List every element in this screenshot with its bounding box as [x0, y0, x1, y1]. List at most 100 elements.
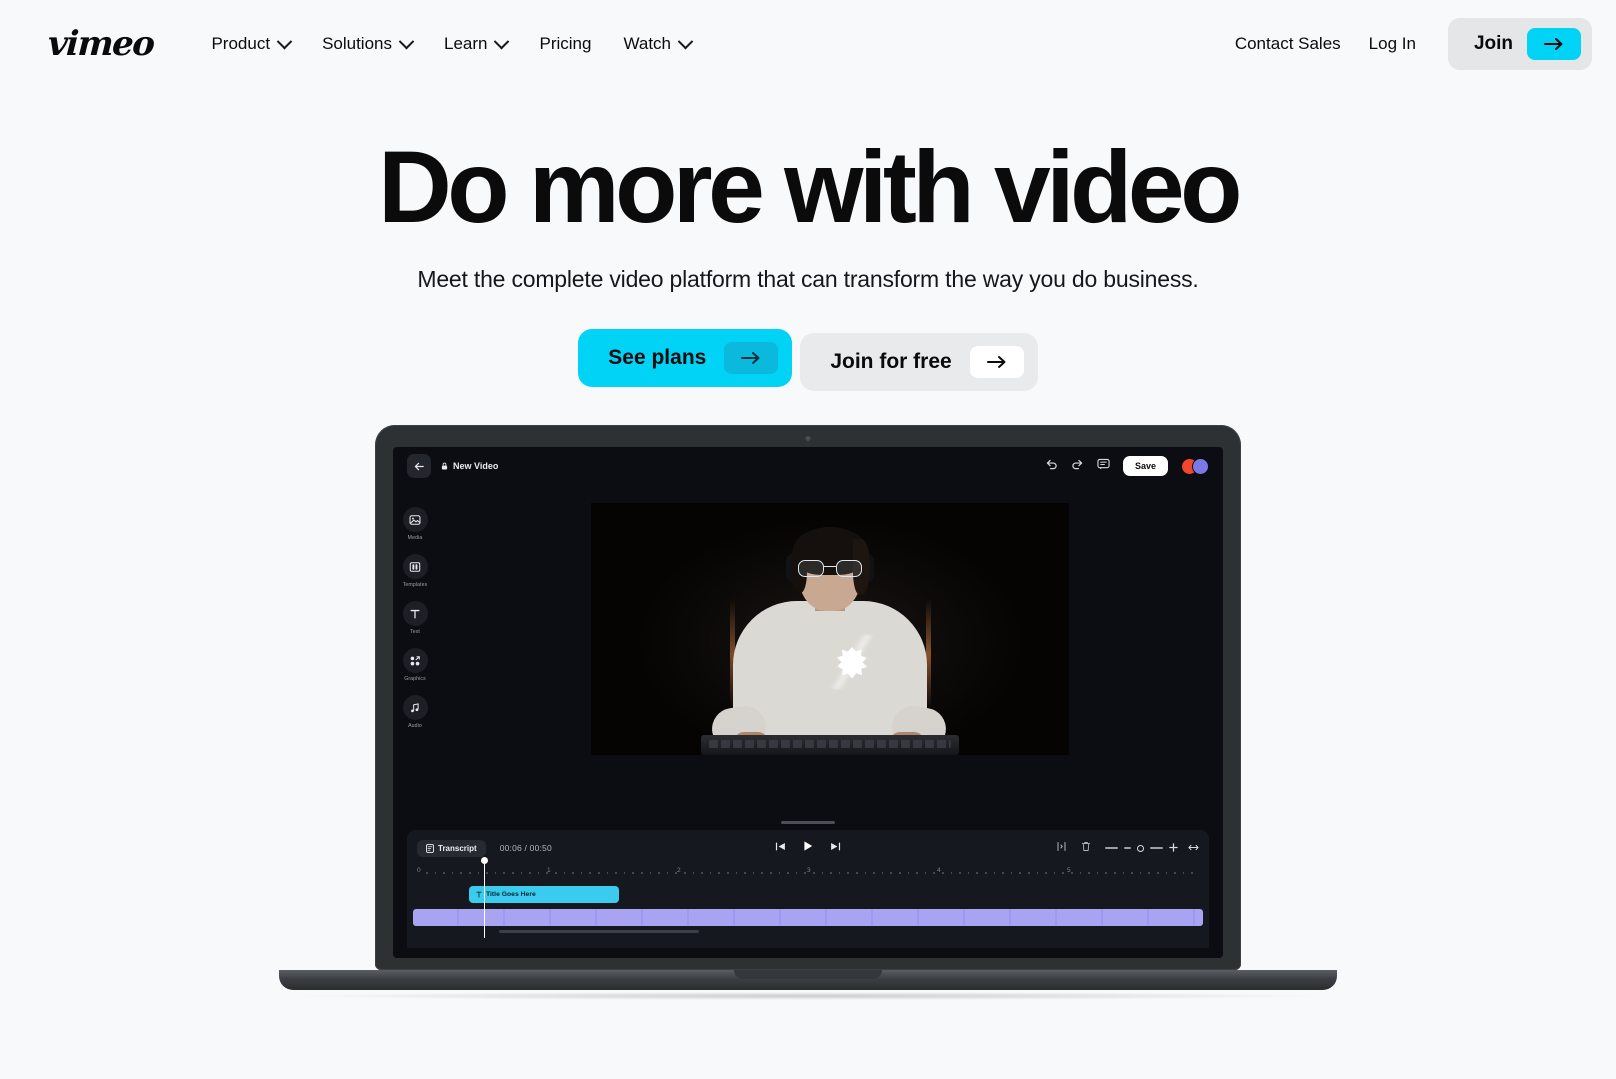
nav-label: Product [211, 34, 271, 53]
webcam-icon [805, 436, 811, 441]
zoom-slider[interactable] [1105, 839, 1199, 857]
transcript-button[interactable]: Transcript [417, 839, 486, 857]
ruler-subtick [692, 872, 695, 874]
arrow-right-icon [969, 346, 1024, 378]
vimeo-logo[interactable]: vimeo [47, 24, 155, 64]
nav-item-watch[interactable]: Watch [609, 24, 705, 64]
laptop-base [279, 970, 1337, 990]
laptop-mockup: New Video Save Media Templates Text Grap… [0, 425, 1616, 1000]
ruler-subtick [985, 872, 987, 874]
tool-templates[interactable]: Templates [402, 554, 428, 588]
playhead-knob[interactable] [481, 857, 488, 864]
laptop-base-notch [734, 970, 882, 979]
avatar[interactable] [1192, 457, 1209, 475]
skip-forward-icon[interactable] [830, 839, 841, 857]
ruler-subtick [529, 872, 531, 874]
video-clip[interactable] [413, 909, 1203, 926]
ruler-subtick [520, 872, 523, 874]
zoom-out-icon[interactable] [1105, 847, 1118, 849]
tool-graphics[interactable]: Graphics [402, 648, 428, 682]
ruler-subtick [1191, 872, 1193, 874]
back-button[interactable] [407, 454, 431, 478]
save-button[interactable]: Save [1122, 456, 1168, 476]
zoom-in-icon[interactable] [1169, 839, 1178, 857]
editor-body: Media Templates Text Graphics Audio [393, 485, 1223, 815]
ruler-subtick [804, 872, 806, 874]
video-preview[interactable] [591, 503, 1069, 755]
page-title: Do more with video [378, 130, 1242, 244]
editor-tool-rail: Media Templates Text Graphics Audio [393, 485, 437, 815]
ruler-subtick [838, 872, 841, 874]
ruler-subtick [555, 872, 557, 874]
ruler-subtick [821, 872, 824, 874]
site-header: vimeo Product Solutions Learn Pricing Wa… [0, 0, 1616, 88]
redo-icon[interactable] [1071, 457, 1084, 475]
ruler-subtick [1010, 872, 1013, 874]
split-icon[interactable] [1056, 839, 1067, 857]
ruler-subtick [959, 872, 961, 874]
ruler-subtick [1062, 872, 1064, 874]
hero-subtitle: Meet the complete video platform that ca… [417, 266, 1199, 292]
skip-back-icon[interactable] [775, 839, 786, 857]
title-clip[interactable]: Title Goes Here [469, 886, 619, 903]
ruler-subtick [469, 872, 471, 874]
ruler-subtick [813, 872, 815, 874]
comment-icon[interactable] [1097, 457, 1110, 475]
ruler-subtick [899, 872, 901, 874]
tool-media[interactable]: Media [402, 507, 428, 541]
ruler-subtick [924, 872, 927, 874]
ruler-subtick [1088, 872, 1090, 874]
ruler-subtick [795, 872, 798, 874]
ruler-tick: 4 [937, 867, 941, 874]
ruler-subtick [916, 872, 918, 874]
nav-item-product[interactable]: Product [197, 24, 304, 64]
transcript-icon [426, 843, 434, 853]
ruler-subtick [1036, 872, 1039, 874]
ruler-subtick [1028, 872, 1030, 874]
zoom-knob[interactable] [1137, 844, 1144, 852]
timeline-scrollbar[interactable] [499, 930, 699, 933]
join-label: Join [1473, 33, 1513, 54]
ruler-subtick [1105, 872, 1107, 874]
play-icon[interactable] [802, 839, 814, 857]
ruler-subtick [494, 872, 497, 874]
ruler-subtick [761, 872, 763, 874]
contact-sales-link[interactable]: Contact Sales [1221, 24, 1355, 64]
text-icon [402, 601, 428, 626]
trash-icon[interactable] [1081, 839, 1091, 857]
fit-icon[interactable] [1188, 839, 1199, 857]
timecode-display: 00:06 / 00:50 [499, 843, 552, 853]
ruler-subtick [641, 872, 643, 874]
ruler-subtick [606, 872, 609, 874]
main-navigation: Product Solutions Learn Pricing Watch [197, 24, 705, 64]
ruler-subtick [1096, 872, 1099, 874]
ruler-subtick [451, 872, 454, 874]
nav-item-learn[interactable]: Learn [430, 24, 521, 64]
join-button[interactable]: Join [1447, 18, 1592, 70]
join-for-free-label: Join for free [830, 350, 952, 373]
document-title[interactable]: New Video [441, 461, 498, 471]
collaborator-avatars [1181, 457, 1209, 475]
arrow-left-icon [414, 462, 424, 470]
tool-audio[interactable]: Audio [402, 695, 428, 729]
ruler-subtick [856, 872, 858, 874]
nav-item-pricing[interactable]: Pricing [525, 24, 605, 64]
tool-text[interactable]: Text [402, 601, 428, 635]
timeline-ruler[interactable]: 0 1 2 3 4 5 [417, 867, 1199, 881]
playhead[interactable] [481, 857, 488, 938]
ruler-subtick [933, 872, 935, 874]
log-in-link[interactable]: Log In [1355, 24, 1430, 64]
ruler-subtick [546, 872, 548, 874]
nav-item-solutions[interactable]: Solutions [308, 24, 426, 64]
ruler-subtick [589, 872, 591, 874]
chevron-down-icon [276, 33, 293, 49]
see-plans-label: See plans [608, 346, 707, 369]
see-plans-button[interactable]: See plans [578, 329, 793, 387]
timeline-tools [1056, 839, 1199, 857]
ruler-subtick [1139, 872, 1142, 874]
panel-resize-handle[interactable] [781, 821, 835, 824]
ruler-subtick [881, 872, 884, 874]
join-for-free-button[interactable]: Join for free [800, 333, 1038, 391]
undo-icon[interactable] [1045, 457, 1058, 475]
laptop-shadow [298, 992, 1318, 1000]
